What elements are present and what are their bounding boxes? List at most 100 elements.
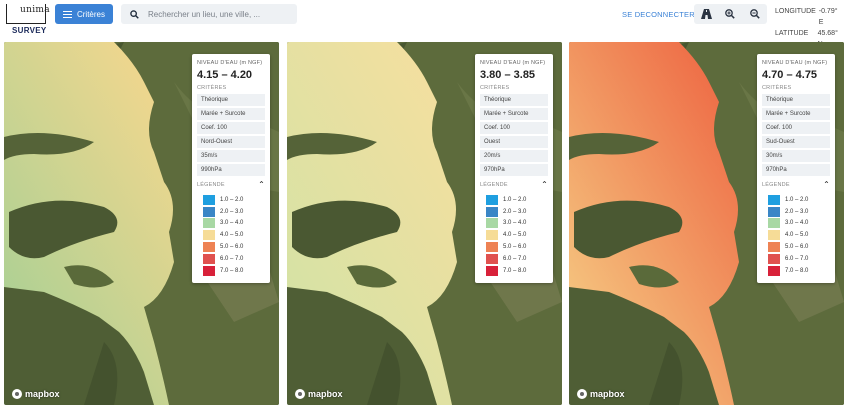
legend-label: LÉGENDE [480, 182, 508, 188]
criteria-button[interactable]: Critères [55, 4, 113, 24]
zoom-out-icon[interactable] [746, 6, 764, 22]
chevron-up-icon[interactable]: ⌃ [258, 181, 265, 189]
legend-item: 7.0 – 8.0 [197, 265, 265, 277]
legend-item: 7.0 – 8.0 [762, 265, 830, 277]
criteria-item: Ouest [480, 136, 548, 148]
mapbox-attribution[interactable]: mapbox [12, 389, 60, 399]
criteria-item: Coef. 100 [197, 122, 265, 134]
legend-range-label: 6.0 – 7.0 [503, 255, 527, 262]
legend-swatch [486, 194, 498, 205]
legend-item: 1.0 – 2.0 [762, 194, 830, 206]
legend-item: 3.0 – 4.0 [197, 218, 265, 230]
water-level-label: NIVEAU D'EAU (m NGF) [197, 60, 263, 66]
criteria-item: 20m/s [480, 150, 548, 162]
map-panel-1[interactable]: mapbox NIVEAU D'EAU (m NGF) 4.15 – 4.20 … [4, 42, 279, 405]
legend-item: 4.0 – 5.0 [197, 229, 265, 241]
legend-swatch [203, 218, 215, 229]
legend-range-label: 3.0 – 4.0 [503, 220, 527, 227]
legend-swatch [203, 206, 215, 217]
legend-swatch [486, 206, 498, 217]
legend-list: 1.0 – 2.0 2.0 – 3.0 3.0 – 4.0 4.0 – 5.0 5.0 … [762, 194, 830, 277]
legend-swatch [768, 194, 780, 205]
legend-item: 5.0 – 6.0 [197, 241, 265, 253]
criteria-item: Marée + Surcote [762, 108, 830, 120]
criteria-item: Marée + Surcote [197, 108, 265, 120]
search-icon [130, 9, 139, 19]
mapbox-attribution[interactable]: mapbox [577, 389, 625, 399]
mapbox-attribution[interactable]: mapbox [295, 389, 343, 399]
legend-swatch [768, 242, 780, 253]
criteria-item: Théorique [480, 94, 548, 106]
legend-range-label: 3.0 – 4.0 [785, 220, 809, 227]
legend-range-label: 5.0 – 6.0 [220, 244, 244, 251]
legend-swatch [486, 230, 498, 241]
mapbox-text: mapbox [308, 389, 343, 399]
legend-list: 1.0 – 2.0 2.0 – 3.0 3.0 – 4.0 4.0 – 5.0 5.0 … [197, 194, 265, 277]
legend-header[interactable]: LÉGENDE ⌃ [480, 181, 548, 189]
logout-link[interactable]: SE DECONNECTER [622, 10, 695, 19]
criteria-item: Marée + Surcote [480, 108, 548, 120]
legend-range-label: 7.0 – 8.0 [503, 267, 527, 274]
zoom-in-icon[interactable] [721, 6, 739, 22]
legend-item: 5.0 – 6.0 [480, 241, 548, 253]
legend-list: 1.0 – 2.0 2.0 – 3.0 3.0 – 4.0 4.0 – 5.0 5.0 … [480, 194, 548, 277]
legend-range-label: 7.0 – 8.0 [785, 267, 809, 274]
legend-label: LÉGENDE [762, 182, 790, 188]
water-level-label: NIVEAU D'EAU (m NGF) [762, 60, 828, 66]
legend-range-label: 4.0 – 5.0 [503, 232, 527, 239]
water-level-label: NIVEAU D'EAU (m NGF) [480, 60, 546, 66]
road-icon[interactable] [697, 6, 715, 22]
criteria-item: Sud-Ouest [762, 136, 830, 148]
legend-label: LÉGENDE [197, 182, 225, 188]
criteria-label: CRITÈRES [480, 85, 510, 91]
chevron-up-icon[interactable]: ⌃ [541, 181, 548, 189]
legend-range-label: 5.0 – 6.0 [503, 244, 527, 251]
mapbox-logo-icon [12, 389, 22, 399]
legend-range-label: 4.0 – 5.0 [785, 232, 809, 239]
criteria-item: 35m/s [197, 150, 265, 162]
legend-range-label: 4.0 – 5.0 [220, 232, 244, 239]
info-card: NIVEAU D'EAU (m NGF) 3.80 – 3.85 CRITÈRE… [475, 54, 553, 283]
search-input[interactable] [148, 9, 288, 19]
logo-text-top: unima [20, 5, 50, 15]
legend-swatch [768, 230, 780, 241]
legend-range-label: 2.0 – 3.0 [785, 208, 809, 215]
criteria-label: CRITÈRES [762, 85, 792, 91]
legend-item: 2.0 – 3.0 [197, 206, 265, 218]
criteria-list: Théorique Marée + Surcote Coef. 100 Nord-Ou… [197, 94, 265, 176]
criteria-item: 970hPa [762, 164, 830, 176]
legend-range-label: 3.0 – 4.0 [220, 220, 244, 227]
legend-item: 3.0 – 4.0 [480, 218, 548, 230]
legend-range-label: 7.0 – 8.0 [220, 267, 244, 274]
legend-header[interactable]: LÉGENDE ⌃ [762, 181, 830, 189]
criteria-item: 30m/s [762, 150, 830, 162]
map-panel-3[interactable]: mapbox NIVEAU D'EAU (m NGF) 4.70 – 4.75 … [569, 42, 844, 405]
legend-range-label: 2.0 – 3.0 [220, 208, 244, 215]
legend-swatch [486, 218, 498, 229]
water-level-value: 3.80 – 3.85 [480, 69, 536, 81]
legend-swatch [768, 253, 780, 264]
chevron-up-icon[interactable]: ⌃ [823, 181, 830, 189]
criteria-label: CRITÈRES [197, 85, 227, 91]
water-level-value: 4.70 – 4.75 [762, 69, 818, 81]
criteria-button-label: Critères [76, 9, 105, 19]
map-panel-2[interactable]: mapbox NIVEAU D'EAU (m NGF) 3.80 – 3.85 … [287, 42, 562, 405]
logo-text-bottom: SURVEY [12, 26, 47, 35]
legend-range-label: 1.0 – 2.0 [785, 196, 809, 203]
legend-swatch [486, 242, 498, 253]
legend-range-label: 6.0 – 7.0 [785, 255, 809, 262]
legend-item: 5.0 – 6.0 [762, 241, 830, 253]
legend-range-label: 1.0 – 2.0 [220, 196, 244, 203]
criteria-item: Nord-Ouest [197, 136, 265, 148]
criteria-item: Théorique [197, 94, 265, 106]
legend-item: 1.0 – 2.0 [480, 194, 548, 206]
mapbox-text: mapbox [590, 389, 625, 399]
legend-item: 6.0 – 7.0 [480, 253, 548, 265]
menu-icon [62, 10, 72, 18]
criteria-item: Coef. 100 [762, 122, 830, 134]
legend-swatch [486, 253, 498, 264]
legend-item: 3.0 – 4.0 [762, 218, 830, 230]
legend-item: 4.0 – 5.0 [762, 229, 830, 241]
legend-header[interactable]: LÉGENDE ⌃ [197, 181, 265, 189]
legend-swatch [203, 230, 215, 241]
